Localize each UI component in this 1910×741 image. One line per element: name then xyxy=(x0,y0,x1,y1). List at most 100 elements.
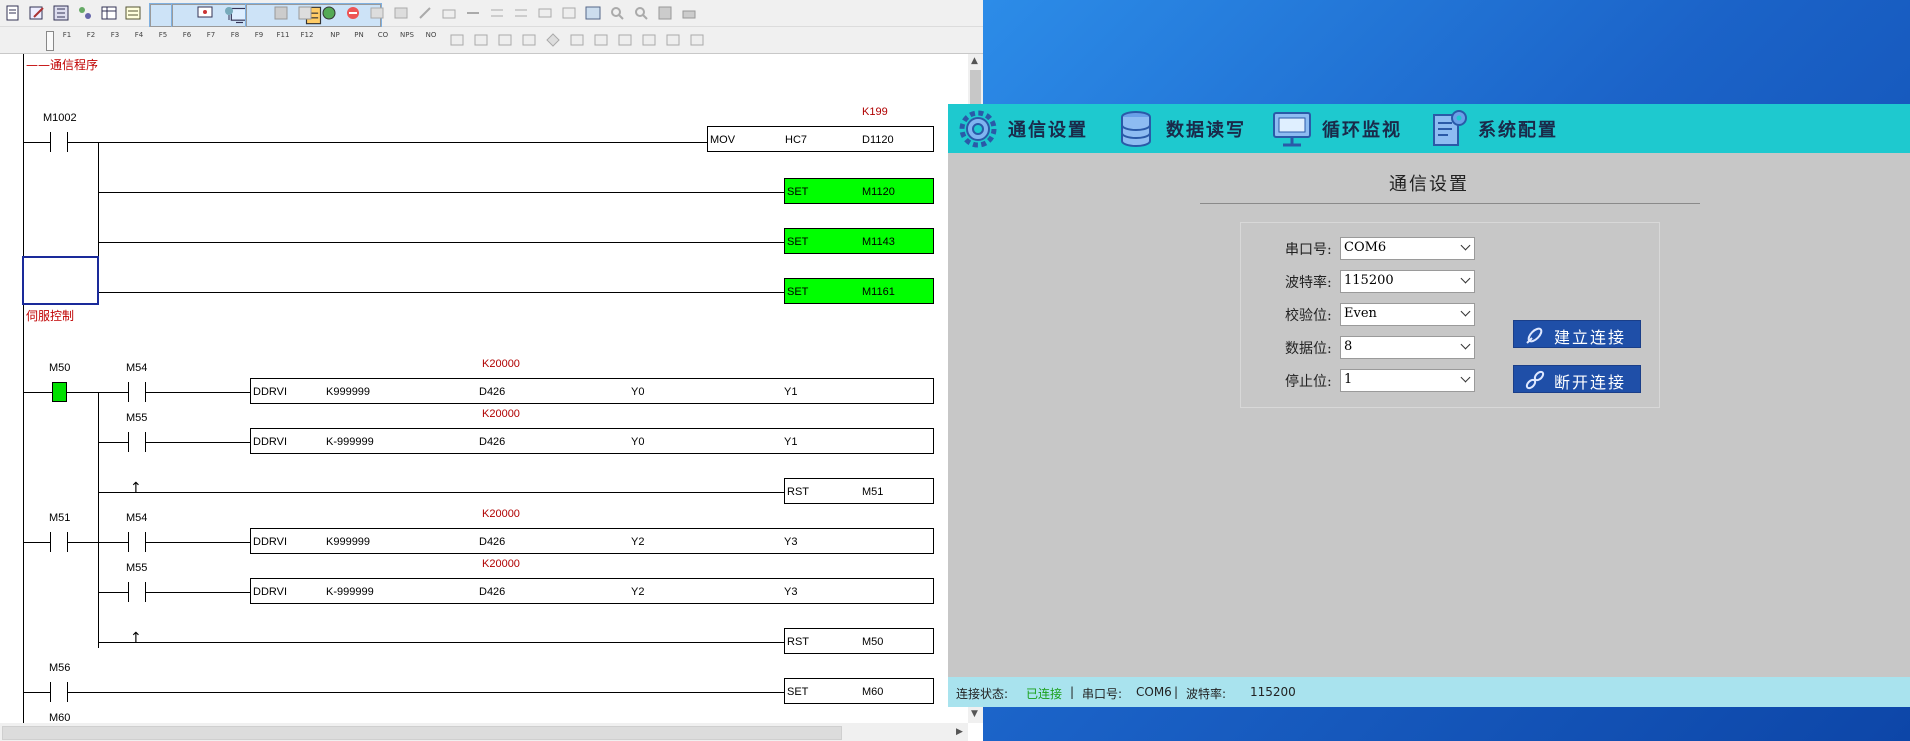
comment-servo-control: 伺服控制 xyxy=(26,309,75,323)
fkey-f7[interactable]: F7 xyxy=(202,31,220,49)
plug-disconnect-icon xyxy=(1525,370,1545,390)
contact-m1002[interactable] xyxy=(50,132,68,152)
contact-m51[interactable] xyxy=(50,532,68,552)
fkey-f3[interactable]: F3 xyxy=(106,31,124,49)
contact-m54[interactable] xyxy=(128,532,146,552)
connect-button[interactable]: 建立连接 xyxy=(1513,320,1641,348)
ddrvi-pulse-out: Y0 xyxy=(631,436,645,448)
toolbar-gray-icon-6[interactable] xyxy=(440,4,458,22)
toolbar-grid-icon-6[interactable] xyxy=(592,31,610,49)
parity-select[interactable]: Even xyxy=(1340,303,1475,326)
toolbar-grid-icon-4[interactable] xyxy=(520,31,538,49)
toolbar-gray-icon-8[interactable] xyxy=(488,4,506,22)
edit-cursor[interactable] xyxy=(22,256,99,305)
toolbar-grid-icon-10[interactable] xyxy=(688,31,706,49)
toolbar-print-icon[interactable] xyxy=(680,4,698,22)
nav-cycle-monitor[interactable]: 循环监视 xyxy=(1270,104,1402,153)
contact-m54[interactable] xyxy=(128,382,146,402)
fkey-np[interactable]: NP xyxy=(326,31,344,49)
toolbar-grid-icon-5[interactable] xyxy=(568,31,586,49)
scroll-down-icon[interactable]: ▼ xyxy=(971,709,978,719)
toolbar-gray-icon-9[interactable] xyxy=(512,4,530,22)
fkey-f4[interactable]: F4 xyxy=(130,31,148,49)
ddrvi-freq: D426 xyxy=(479,586,506,598)
port-status-label: 串口号: xyxy=(1082,687,1123,701)
toolbar-grid-icon-3[interactable] xyxy=(496,31,514,49)
toolbar-grid-icon-7[interactable] xyxy=(616,31,634,49)
fkey-f2[interactable]: F2 xyxy=(82,31,100,49)
databits-label: 数据位: xyxy=(1285,341,1332,357)
toolbar-search2-icon[interactable] xyxy=(632,4,650,22)
toolbar-stop-icon[interactable] xyxy=(344,4,362,22)
scroll-up-icon[interactable]: ▲ xyxy=(971,56,978,66)
chevron-down-icon xyxy=(1460,306,1471,317)
fkey-nps[interactable]: NPS xyxy=(398,31,416,49)
fkey-f12[interactable]: F12 xyxy=(298,31,316,49)
ddrvi-freq: D426 xyxy=(479,536,506,548)
horizontal-scrollbar[interactable]: ▶ xyxy=(0,723,968,741)
fkey-f11[interactable]: F11 xyxy=(274,31,292,49)
toolbar-table-icon[interactable] xyxy=(100,4,118,22)
fkey-f1[interactable]: F1 xyxy=(58,31,76,49)
toolbar-grid-icon-2[interactable] xyxy=(472,31,490,49)
contact-m50-active[interactable] xyxy=(52,382,67,402)
toolbar-diamond-icon[interactable] xyxy=(544,31,562,49)
toolbar-gray-icon-4[interactable] xyxy=(392,4,410,22)
nav-system-config[interactable]: 系统配置 xyxy=(1426,104,1558,153)
baud-select[interactable]: 115200 xyxy=(1340,270,1475,293)
contact-m55[interactable] xyxy=(128,582,146,602)
toolbar-convert-icon[interactable] xyxy=(76,4,94,22)
plug-connect-icon xyxy=(1526,327,1543,344)
stopbits-select[interactable]: 1 xyxy=(1340,369,1475,392)
ladder-canvas[interactable]: ——通信程序 M1002 K199 MOV HC7 D1120 SET M112… xyxy=(0,54,968,723)
toolbar-gray-icon-7[interactable] xyxy=(464,4,482,22)
toolbar-grid-icon-1[interactable] xyxy=(448,31,466,49)
scroll-thumb[interactable] xyxy=(2,726,842,740)
fkey-f5[interactable]: F5 xyxy=(154,31,172,49)
nav-label: 循环监视 xyxy=(1322,119,1402,141)
disconnect-button[interactable]: 断开连接 xyxy=(1513,365,1641,393)
nav-comm-settings[interactable]: 通信设置 xyxy=(956,104,1088,153)
fkey-co[interactable]: CO xyxy=(374,31,392,49)
contact-label-m54: M54 xyxy=(126,512,148,524)
mov-dst: D1120 xyxy=(862,134,894,146)
toolbar-edit-icon[interactable] xyxy=(28,4,46,22)
contact-label-m56: M56 xyxy=(49,662,71,674)
toolbar-pin-icon[interactable] xyxy=(220,4,238,22)
fkey-f8[interactable]: F8 xyxy=(226,31,244,49)
toolbar-globe-icon[interactable] xyxy=(320,4,338,22)
toolbar-ladder-icon[interactable] xyxy=(52,4,70,22)
toolbar-gray-icon-5[interactable] xyxy=(416,4,434,22)
databits-select[interactable]: 8 xyxy=(1340,336,1475,359)
fkey-pn[interactable]: PN xyxy=(350,31,368,49)
toolbar-gray-icon-3[interactable] xyxy=(368,4,386,22)
ddrvi-pulses: K999999 xyxy=(326,386,371,398)
toolbar-image-icon[interactable] xyxy=(584,4,602,22)
left-power-rail xyxy=(23,54,24,723)
contact-m55[interactable] xyxy=(128,432,146,452)
toolbar-grid-icon-9[interactable] xyxy=(664,31,682,49)
toolbar-gray-icon-2[interactable] xyxy=(296,4,314,22)
instruction-mov[interactable] xyxy=(707,126,934,152)
nav-label: 数据读写 xyxy=(1166,119,1246,141)
toolbar-list-icon[interactable] xyxy=(124,4,142,22)
scroll-right-icon[interactable]: ▶ xyxy=(956,727,963,737)
toolbar-gray-icon-11[interactable] xyxy=(560,4,578,22)
toolbar-search-icon[interactable] xyxy=(608,4,626,22)
const-k20000: K20000 xyxy=(482,408,520,420)
nav-data-rw[interactable]: 数据读写 xyxy=(1114,104,1246,153)
fkey-no[interactable]: NO xyxy=(422,31,440,49)
port-select[interactable]: COM6 xyxy=(1340,237,1475,260)
toolbar-doc-icon[interactable] xyxy=(4,4,22,22)
toolbar-save-icon[interactable] xyxy=(656,4,674,22)
nav-label: 系统配置 xyxy=(1478,119,1558,141)
toolbar-dropdown[interactable] xyxy=(46,31,54,51)
monitor-icon xyxy=(1273,111,1311,146)
fkey-f9[interactable]: F9 xyxy=(250,31,268,49)
fkey-f6[interactable]: F6 xyxy=(178,31,196,49)
toolbar-grid-icon-8[interactable] xyxy=(640,31,658,49)
toolbar-gray-icon-1[interactable] xyxy=(272,4,290,22)
toolbar-screen-icon[interactable] xyxy=(196,4,214,22)
toolbar-gray-icon-10[interactable] xyxy=(536,4,554,22)
contact-m56[interactable] xyxy=(50,682,68,702)
